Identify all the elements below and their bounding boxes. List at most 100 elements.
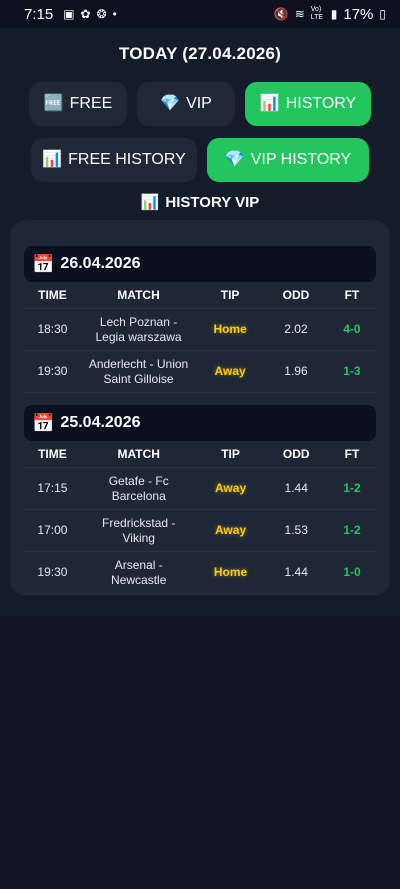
network-label: Vo) LTE <box>310 6 324 21</box>
col-header-ft: FT <box>327 441 376 468</box>
dot-icon: • <box>112 7 117 21</box>
match-line: Anderlecht - Union <box>88 357 189 372</box>
app-content: TODAY (27.04.2026) 🆓 FREE 💎 VIP 📊 HISTOR… <box>0 28 400 616</box>
cell-tip: Home <box>196 308 265 351</box>
gem-icon: 💎 <box>224 151 245 168</box>
tab-free[interactable]: 🆓 FREE <box>29 82 127 126</box>
tab-free-history-label: FREE HISTORY <box>68 151 186 168</box>
ft-score: 1-2 <box>343 523 361 538</box>
cell-tip: Away <box>196 467 265 510</box>
match-line: Newcastle <box>111 572 167 587</box>
col-header-time: TIME <box>24 282 81 309</box>
history-card: 📅 26.04.2026 TIME MATCH TIP ODD FT 18:30 <box>10 220 390 596</box>
cell-match: Anderlecht - Union Saint Gilloise <box>80 350 197 393</box>
wifi-icon: ≋ <box>294 7 305 21</box>
match-line: Lech Poznan - <box>99 315 178 330</box>
tab-vip-history[interactable]: 💎 VIP HISTORY <box>207 138 369 182</box>
date-group: 📅 25.04.2026 TIME MATCH TIP ODD FT 17:15 <box>24 405 376 594</box>
results-table: TIME MATCH TIP ODD FT 18:30 Lech Poznan … <box>24 282 376 393</box>
tab-history[interactable]: 📊 HISTORY <box>245 82 371 126</box>
tip-value: Home <box>213 322 247 337</box>
col-header-ft: FT <box>327 282 376 309</box>
table-row: 17:00 Fredrickstad - Viking Away 1.53 1-2 <box>24 509 376 552</box>
gem-icon: 💎 <box>160 95 181 112</box>
ft-score: 1-2 <box>343 481 361 496</box>
cell-ft: 1-0 <box>327 551 376 594</box>
table-row: 19:30 Anderlecht - Union Saint Gilloise A… <box>24 350 376 393</box>
match-line: Arsenal - <box>114 558 163 573</box>
col-header-match: MATCH <box>80 441 197 468</box>
cell-tip: Home <box>196 551 265 594</box>
empty-area <box>0 616 400 889</box>
tabs-row-1: 🆓 FREE 💎 VIP 📊 HISTORY <box>0 82 400 126</box>
cell-time: 17:00 <box>24 509 81 552</box>
gallery-icon: ▣ <box>63 7 75 21</box>
cell-time: 19:30 <box>24 551 81 594</box>
cell-match: Lech Poznan - Legia warszawa <box>80 308 197 351</box>
cell-time: 19:30 <box>24 350 81 393</box>
date-header: 📅 26.04.2026 <box>24 246 376 282</box>
chart-icon: 📊 <box>259 95 280 112</box>
cell-odd: 1.96 <box>264 350 328 393</box>
col-header-tip: TIP <box>196 282 265 309</box>
tab-free-history[interactable]: 📊 FREE HISTORY <box>31 138 197 182</box>
page-title: TODAY (27.04.2026) <box>118 44 282 63</box>
match-line: Getafe - Fc <box>108 474 169 489</box>
calendar-icon: 📅 <box>32 254 55 274</box>
match-line: Saint Gilloise <box>103 371 174 386</box>
signal-icon: ▮ <box>330 7 338 21</box>
chart-icon: 📊 <box>42 151 63 168</box>
cell-match: Fredrickstad - Viking <box>80 509 197 552</box>
cell-time: 18:30 <box>24 308 81 351</box>
cell-odd: 1.44 <box>264 551 328 594</box>
date-label: 26.04.2026 <box>60 255 141 272</box>
tip-value: Home <box>213 565 248 580</box>
cell-match: Getafe - Fc Barcelona <box>80 467 197 510</box>
cell-time: 17:15 <box>24 467 81 510</box>
battery-percent: 17% <box>343 5 374 23</box>
section-title: 📊 HISTORY VIP <box>0 192 400 212</box>
section-title-label: HISTORY VIP <box>165 193 260 211</box>
tip-value: Away <box>214 364 246 379</box>
tip-value: Away <box>214 481 247 496</box>
tab-free-label: FREE <box>69 95 113 112</box>
tab-vip-label: VIP <box>186 95 212 112</box>
cell-odd: 1.53 <box>264 509 328 552</box>
free-icon: 🆓 <box>43 95 64 112</box>
table-row: 19:30 Arsenal - Newcastle Home 1.44 1-0 <box>24 551 376 594</box>
col-header-match: MATCH <box>80 282 197 309</box>
tabs-row-2: 📊 FREE HISTORY 💎 VIP HISTORY <box>0 138 400 182</box>
cell-ft: 4-0 <box>327 308 376 351</box>
date-header: 📅 25.04.2026 <box>24 405 376 441</box>
tab-vip-history-label: VIP HISTORY <box>250 151 352 168</box>
status-time: 7:15 <box>24 5 54 23</box>
mute-icon: 🔇 <box>273 7 289 21</box>
ft-score: 4-0 <box>343 322 361 337</box>
col-header-tip: TIP <box>196 441 265 468</box>
table-row: 18:30 Lech Poznan - Legia warszawa Home 2… <box>24 308 376 351</box>
cell-odd: 2.02 <box>264 308 328 351</box>
app-icon: ✿ <box>80 7 91 21</box>
ft-score: 1-3 <box>343 364 361 379</box>
match-line: Viking <box>122 530 155 545</box>
app-icon-2: ❂ <box>96 7 107 21</box>
match-line: Barcelona <box>111 488 166 503</box>
match-line: Legia warszawa <box>95 329 182 344</box>
cell-ft: 1-3 <box>327 350 376 393</box>
match-line: Fredrickstad - <box>102 516 176 531</box>
date-label: 25.04.2026 <box>60 414 141 431</box>
date-group: 📅 26.04.2026 TIME MATCH TIP ODD FT 18:30 <box>24 246 376 393</box>
results-table: TIME MATCH TIP ODD FT 17:15 Getafe - Fc B… <box>24 441 376 594</box>
cell-match: Arsenal - Newcastle <box>80 551 197 594</box>
status-bar: 7:15 ▣ ✿ ❂ • 🔇 ≋ Vo) LTE ▮ 17% ▯ <box>0 0 400 28</box>
calendar-icon: 📅 <box>32 413 55 433</box>
cell-ft: 1-2 <box>327 467 376 510</box>
tab-vip[interactable]: 💎 VIP <box>137 82 235 126</box>
battery-icon: ▯ <box>379 7 386 21</box>
cell-ft: 1-2 <box>327 509 376 552</box>
tip-value: Away <box>214 523 247 538</box>
table-row: 17:15 Getafe - Fc Barcelona Away 1.44 1-2 <box>24 467 376 510</box>
tab-history-label: HISTORY <box>285 95 357 112</box>
cell-tip: Away <box>196 350 265 393</box>
col-header-odd: ODD <box>264 282 328 309</box>
